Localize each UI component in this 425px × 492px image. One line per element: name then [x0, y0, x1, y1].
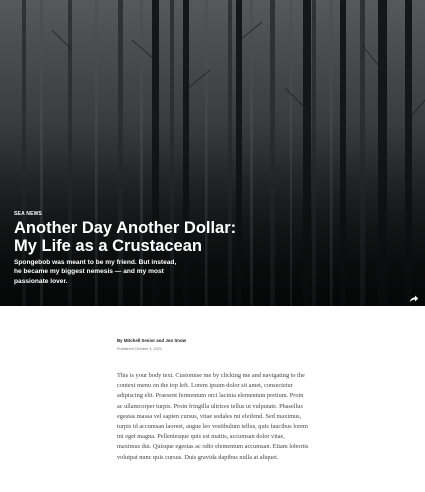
share-button[interactable] — [409, 291, 419, 303]
hero-banner: SEA NEWS Another Day Another Dollar: My … — [0, 0, 425, 306]
article-meta: By Mitchell Senior and Jon Snow Publishe… — [117, 338, 309, 351]
published-date: Published October 3, 2021 — [117, 347, 162, 351]
share-arrow-icon — [409, 295, 419, 303]
category-label[interactable]: SEA NEWS — [14, 211, 42, 217]
byline: By Mitchell Senior and Jon Snow — [117, 338, 309, 343]
author-names[interactable]: Mitchell Senior and Jon Snow — [124, 338, 186, 343]
article-subtitle: Spongebob was meant to be my friend. But… — [14, 259, 177, 285]
article-title: Another Day Another Dollar: My Life as a… — [14, 219, 237, 255]
byline-prefix: By — [117, 338, 123, 343]
article-body: This is your body text. Customise me by … — [117, 372, 309, 461]
